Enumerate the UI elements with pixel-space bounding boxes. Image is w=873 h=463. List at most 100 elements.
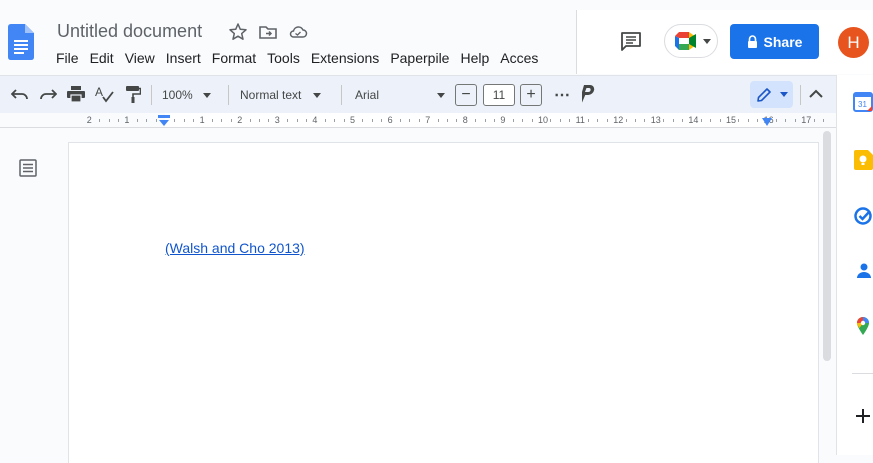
- ruler-tick: [785, 119, 787, 122]
- menu-format[interactable]: Format: [212, 50, 256, 66]
- ruler-label: 8: [462, 115, 468, 125]
- calendar-icon[interactable]: 31: [853, 92, 873, 112]
- menu-tools[interactable]: Tools: [267, 50, 300, 66]
- increase-font-size-button[interactable]: +: [520, 84, 542, 106]
- ruler-tick: [212, 119, 213, 122]
- ruler-tick: [588, 119, 589, 122]
- decrease-font-size-button[interactable]: −: [455, 84, 477, 106]
- ruler-tick: [672, 119, 674, 122]
- ruler-tick: [823, 119, 824, 122]
- menu-edit[interactable]: Edit: [90, 50, 114, 66]
- spellcheck-icon[interactable]: A: [95, 85, 115, 103]
- ruler-label: 1: [199, 115, 205, 125]
- keep-icon[interactable]: [853, 150, 873, 170]
- document-outline-icon[interactable]: [18, 158, 38, 178]
- font-family-value: Arial: [355, 88, 380, 102]
- ruler-tick: [738, 119, 740, 122]
- ruler-tick: [475, 119, 477, 122]
- ruler-tick: [484, 119, 486, 122]
- ruler-tick: [550, 119, 552, 122]
- maps-icon[interactable]: [853, 316, 873, 336]
- ruler-tick: [663, 119, 665, 122]
- ruler-tick: [644, 119, 646, 122]
- menu-view[interactable]: View: [125, 50, 155, 66]
- ruler-tick: [635, 119, 636, 122]
- ruler-tick: [682, 119, 683, 122]
- ruler-tick: [324, 119, 326, 122]
- menu-insert[interactable]: Insert: [166, 50, 201, 66]
- redo-icon[interactable]: [39, 87, 57, 101]
- document-title[interactable]: Untitled document: [57, 21, 202, 42]
- ruler-label: 3: [274, 115, 280, 125]
- comment-history-icon[interactable]: [620, 30, 642, 52]
- ruler-tick: [334, 119, 336, 122]
- ruler-tick: [287, 119, 289, 122]
- ruler-label: 15: [726, 115, 737, 125]
- menu-extensions[interactable]: Extensions: [311, 50, 379, 66]
- ruler-tick: [794, 119, 796, 122]
- scrollbar-thumb[interactable]: [823, 131, 831, 361]
- menu-help[interactable]: Help: [460, 50, 489, 66]
- pencil-icon: [756, 87, 771, 102]
- ruler-label: 5: [350, 115, 356, 125]
- svg-text:A: A: [95, 85, 103, 99]
- paragraph-style-value: Normal text: [240, 88, 302, 102]
- citation-link[interactable]: (Walsh and Cho 2013): [165, 240, 305, 256]
- undo-icon[interactable]: [11, 87, 29, 101]
- paragraph-style-select[interactable]: Normal text: [240, 85, 322, 105]
- ruler-tick: [306, 119, 307, 122]
- ruler-tick: [531, 119, 533, 122]
- indent-marker-icon[interactable]: [158, 115, 170, 127]
- ruler-label: 2: [237, 115, 243, 125]
- share-button[interactable]: Share: [730, 24, 819, 59]
- editing-mode-button[interactable]: [750, 81, 793, 108]
- calendar-day: 31: [858, 100, 867, 109]
- chevron-up-icon[interactable]: [809, 89, 823, 98]
- zoom-select[interactable]: 100%: [162, 85, 211, 105]
- tasks-icon[interactable]: [853, 206, 873, 226]
- font-family-select[interactable]: Arial: [355, 85, 445, 105]
- chevron-down-icon: [779, 92, 788, 97]
- print-icon[interactable]: [67, 86, 85, 102]
- more-options-button[interactable]: ⋯: [552, 84, 572, 106]
- ruler-tick: [447, 119, 448, 122]
- docs-logo-icon[interactable]: [8, 24, 34, 60]
- move-to-folder-icon[interactable]: [258, 22, 278, 42]
- document-page[interactable]: [69, 143, 818, 463]
- ruler-tick: [230, 119, 232, 122]
- menu-accessibility[interactable]: Acces: [500, 50, 538, 66]
- paperpile-icon[interactable]: [582, 85, 596, 103]
- ruler-tick: [343, 119, 345, 122]
- ruler-label: 1: [124, 115, 130, 125]
- ruler-tick: [437, 119, 439, 122]
- star-icon[interactable]: [228, 22, 248, 42]
- ruler-tick: [108, 119, 110, 122]
- ruler-tick: [813, 119, 815, 122]
- toolbar-divider: [151, 85, 152, 105]
- toolbar-divider: [800, 85, 801, 105]
- menu-file[interactable]: File: [56, 50, 79, 66]
- ruler-tick: [136, 119, 138, 122]
- ruler-tick: [522, 119, 524, 122]
- menu-bar: File Edit View Insert Format Tools Extensions P…: [56, 50, 549, 70]
- ruler-tick: [381, 119, 383, 122]
- ruler-tick: [259, 119, 260, 122]
- chevron-down-icon: [703, 39, 711, 44]
- account-avatar[interactable]: H: [838, 27, 869, 58]
- contacts-icon[interactable]: [853, 260, 873, 280]
- paint-format-icon[interactable]: [125, 86, 141, 103]
- ruler-tick: [400, 119, 401, 122]
- ruler[interactable]: 211234567891011121314151617: [0, 113, 836, 128]
- font-size-input[interactable]: 11: [483, 84, 515, 106]
- chevron-down-icon: [202, 92, 211, 98]
- share-label: Share: [763, 33, 803, 50]
- plus-icon[interactable]: [853, 406, 873, 426]
- cloud-saved-icon[interactable]: [288, 22, 308, 42]
- ruler-tick: [597, 119, 599, 122]
- right-indent-marker-icon[interactable]: [761, 118, 773, 127]
- menu-paperpile[interactable]: Paperpile: [390, 50, 449, 66]
- ruler-tick: [409, 119, 411, 122]
- meet-button[interactable]: [664, 24, 718, 58]
- ruler-tick: [371, 119, 373, 122]
- ruler-tick: [747, 119, 749, 122]
